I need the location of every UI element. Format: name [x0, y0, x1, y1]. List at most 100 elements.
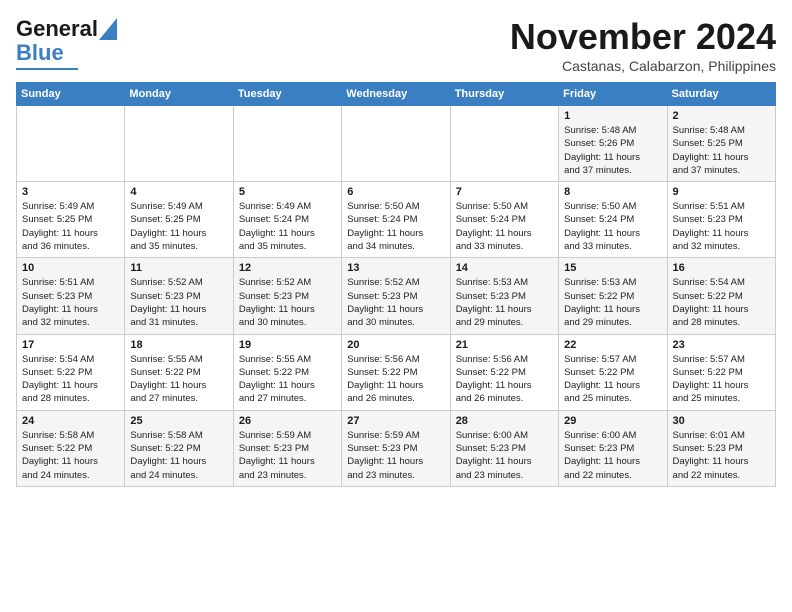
calendar-cell — [450, 106, 558, 182]
calendar-week-row: 17 Sunrise: 5:54 AMSunset: 5:22 PMDayligh… — [17, 334, 776, 410]
day-number: 16 — [673, 262, 770, 274]
day-info: Sunrise: 6:00 AMSunset: 5:23 PMDaylight:… — [456, 429, 553, 482]
calendar-cell: 23 Sunrise: 5:57 AMSunset: 5:22 PMDayligh… — [667, 334, 775, 410]
calendar-week-row: 1 Sunrise: 5:48 AMSunset: 5:26 PMDaylight… — [17, 106, 776, 182]
calendar-cell: 9Sunrise: 5:51 AMSunset: 5:23 PMDaylight… — [667, 182, 775, 258]
day-number: 10 — [22, 262, 119, 274]
calendar-cell: 7 Sunrise: 5:50 AMSunset: 5:24 PMDaylight… — [450, 182, 558, 258]
calendar-cell: 28 Sunrise: 6:00 AMSunset: 5:23 PMDayligh… — [450, 410, 558, 486]
page-header: General Blue November 2024 Castanas, Cal… — [16, 16, 776, 74]
calendar-week-row: 24 Sunrise: 5:58 AMSunset: 5:22 PMDayligh… — [17, 410, 776, 486]
day-number: 11 — [130, 262, 227, 274]
calendar-cell: 24 Sunrise: 5:58 AMSunset: 5:22 PMDayligh… — [17, 410, 125, 486]
day-number: 4 — [130, 186, 227, 198]
logo-blue: Blue — [16, 40, 64, 66]
calendar-cell: 16 Sunrise: 5:54 AMSunset: 5:22 PMDayligh… — [667, 258, 775, 334]
calendar-cell: 19Sunrise: 5:55 AMSunset: 5:22 PMDayligh… — [233, 334, 341, 410]
day-info: Sunrise: 5:56 AMSunset: 5:22 PMDaylight:… — [347, 353, 444, 406]
day-number: 15 — [564, 262, 661, 274]
day-number: 1 — [564, 110, 661, 122]
day-info: Sunrise: 5:53 AMSunset: 5:22 PMDaylight:… — [564, 276, 661, 329]
day-info: Sunrise: 5:49 AMSunset: 5:25 PMDaylight:… — [22, 200, 119, 253]
calendar-cell: 10 Sunrise: 5:51 AMSunset: 5:23 PMDayligh… — [17, 258, 125, 334]
calendar-cell: 21 Sunrise: 5:56 AMSunset: 5:22 PMDayligh… — [450, 334, 558, 410]
day-number: 19 — [239, 339, 336, 351]
calendar-cell: 8 Sunrise: 5:50 AMSunset: 5:24 PMDaylight… — [559, 182, 667, 258]
day-number: 28 — [456, 415, 553, 427]
logo-underline — [16, 68, 78, 70]
day-info: Sunrise: 5:48 AMSunset: 5:26 PMDaylight:… — [564, 124, 661, 177]
day-info: Sunrise: 5:57 AMSunset: 5:22 PMDaylight:… — [673, 353, 770, 406]
day-number: 23 — [673, 339, 770, 351]
calendar-cell: 18 Sunrise: 5:55 AMSunset: 5:22 PMDayligh… — [125, 334, 233, 410]
day-number: 14 — [456, 262, 553, 274]
day-info: Sunrise: 5:55 AMSunset: 5:22 PMDaylight:… — [130, 353, 227, 406]
calendar-cell: 6Sunrise: 5:50 AMSunset: 5:24 PMDaylight… — [342, 182, 450, 258]
day-info: Sunrise: 5:58 AMSunset: 5:22 PMDaylight:… — [22, 429, 119, 482]
day-info: Sunrise: 5:51 AMSunset: 5:23 PMDaylight:… — [22, 276, 119, 329]
calendar-cell: 4Sunrise: 5:49 AMSunset: 5:25 PMDaylight… — [125, 182, 233, 258]
day-info: Sunrise: 5:50 AMSunset: 5:24 PMDaylight:… — [347, 200, 444, 253]
day-info: Sunrise: 5:54 AMSunset: 5:22 PMDaylight:… — [673, 276, 770, 329]
day-info: Sunrise: 5:57 AMSunset: 5:22 PMDaylight:… — [564, 353, 661, 406]
day-number: 5 — [239, 186, 336, 198]
day-info: Sunrise: 5:52 AMSunset: 5:23 PMDaylight:… — [130, 276, 227, 329]
logo-general: General — [16, 16, 98, 42]
day-number: 17 — [22, 339, 119, 351]
day-number: 29 — [564, 415, 661, 427]
calendar-cell: 25Sunrise: 5:58 AMSunset: 5:22 PMDayligh… — [125, 410, 233, 486]
day-number: 18 — [130, 339, 227, 351]
day-info: Sunrise: 5:56 AMSunset: 5:22 PMDaylight:… — [456, 353, 553, 406]
day-number: 7 — [456, 186, 553, 198]
calendar-cell: 20Sunrise: 5:56 AMSunset: 5:22 PMDayligh… — [342, 334, 450, 410]
day-number: 24 — [22, 415, 119, 427]
day-info: Sunrise: 5:52 AMSunset: 5:23 PMDaylight:… — [347, 276, 444, 329]
day-info: Sunrise: 5:50 AMSunset: 5:24 PMDaylight:… — [456, 200, 553, 253]
day-info: Sunrise: 5:59 AMSunset: 5:23 PMDaylight:… — [239, 429, 336, 482]
day-info: Sunrise: 5:48 AMSunset: 5:25 PMDaylight:… — [673, 124, 770, 177]
title-block: November 2024 Castanas, Calabarzon, Phil… — [510, 16, 776, 74]
day-number: 22 — [564, 339, 661, 351]
month-title: November 2024 — [510, 16, 776, 58]
weekday-header-row: SundayMondayTuesdayWednesdayThursdayFrid… — [17, 83, 776, 106]
weekday-header-tuesday: Tuesday — [233, 83, 341, 106]
day-number: 26 — [239, 415, 336, 427]
day-number: 21 — [456, 339, 553, 351]
calendar-cell: 1 Sunrise: 5:48 AMSunset: 5:26 PMDaylight… — [559, 106, 667, 182]
calendar-cell — [125, 106, 233, 182]
calendar-cell — [342, 106, 450, 182]
day-info: Sunrise: 5:52 AMSunset: 5:23 PMDaylight:… — [239, 276, 336, 329]
day-number: 8 — [564, 186, 661, 198]
day-number: 27 — [347, 415, 444, 427]
calendar-cell: 5 Sunrise: 5:49 AMSunset: 5:24 PMDaylight… — [233, 182, 341, 258]
calendar-week-row: 10 Sunrise: 5:51 AMSunset: 5:23 PMDayligh… — [17, 258, 776, 334]
calendar-cell: 13Sunrise: 5:52 AMSunset: 5:23 PMDayligh… — [342, 258, 450, 334]
weekday-header-saturday: Saturday — [667, 83, 775, 106]
calendar-cell: 2 Sunrise: 5:48 AMSunset: 5:25 PMDaylight… — [667, 106, 775, 182]
day-number: 9 — [673, 186, 770, 198]
calendar-table: SundayMondayTuesdayWednesdayThursdayFrid… — [16, 82, 776, 487]
calendar-cell: 29Sunrise: 6:00 AMSunset: 5:23 PMDayligh… — [559, 410, 667, 486]
day-info: Sunrise: 5:50 AMSunset: 5:24 PMDaylight:… — [564, 200, 661, 253]
day-info: Sunrise: 5:54 AMSunset: 5:22 PMDaylight:… — [22, 353, 119, 406]
weekday-header-sunday: Sunday — [17, 83, 125, 106]
weekday-header-thursday: Thursday — [450, 83, 558, 106]
calendar-cell: 12 Sunrise: 5:52 AMSunset: 5:23 PMDayligh… — [233, 258, 341, 334]
calendar-cell: 26 Sunrise: 5:59 AMSunset: 5:23 PMDayligh… — [233, 410, 341, 486]
calendar-cell: 15 Sunrise: 5:53 AMSunset: 5:22 PMDayligh… — [559, 258, 667, 334]
calendar-cell — [17, 106, 125, 182]
weekday-header-monday: Monday — [125, 83, 233, 106]
calendar-cell — [233, 106, 341, 182]
day-number: 12 — [239, 262, 336, 274]
location-subtitle: Castanas, Calabarzon, Philippines — [510, 58, 776, 74]
day-info: Sunrise: 6:01 AMSunset: 5:23 PMDaylight:… — [673, 429, 770, 482]
logo: General Blue — [16, 16, 117, 70]
calendar-cell: 30 Sunrise: 6:01 AMSunset: 5:23 PMDayligh… — [667, 410, 775, 486]
day-info: Sunrise: 5:49 AMSunset: 5:24 PMDaylight:… — [239, 200, 336, 253]
calendar-cell: 14Sunrise: 5:53 AMSunset: 5:23 PMDayligh… — [450, 258, 558, 334]
day-info: Sunrise: 5:59 AMSunset: 5:23 PMDaylight:… — [347, 429, 444, 482]
day-number: 30 — [673, 415, 770, 427]
day-number: 3 — [22, 186, 119, 198]
logo-triangle-icon — [99, 18, 117, 40]
day-number: 2 — [673, 110, 770, 122]
